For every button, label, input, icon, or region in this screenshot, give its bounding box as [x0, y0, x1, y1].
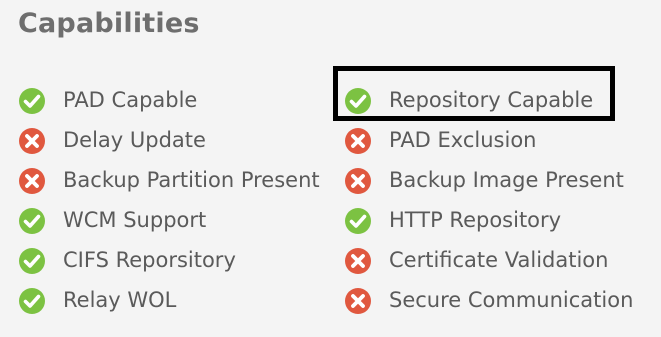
capability-item: WCM Support: [18, 200, 320, 240]
capability-label: Backup Image Present: [389, 168, 624, 192]
capability-item: PAD Exclusion: [344, 120, 633, 160]
highlight-box: [333, 66, 615, 121]
capability-item: PAD Capable: [18, 80, 320, 120]
capability-item: Backup Partition Present: [18, 160, 320, 200]
capabilities-left-column: PAD Capable Delay Update Backup Partitio…: [18, 80, 320, 320]
capability-item: Delay Update: [18, 120, 320, 160]
capability-item: Secure Communication: [344, 280, 633, 320]
check-icon: [18, 207, 46, 235]
cross-icon: [18, 167, 46, 195]
capability-label: Delay Update: [63, 128, 206, 152]
cross-icon: [344, 287, 372, 315]
check-icon: [18, 87, 46, 115]
check-icon: [18, 247, 46, 275]
capability-label: WCM Support: [63, 208, 207, 232]
capability-label: CIFS Reporsitory: [63, 248, 236, 272]
cross-icon: [18, 127, 46, 155]
capability-item: Relay WOL: [18, 280, 320, 320]
section-title: Capabilities: [18, 8, 200, 39]
capability-label: Relay WOL: [63, 288, 177, 312]
capabilities-panel: Capabilities PAD Capable Delay Update Ba…: [0, 0, 661, 337]
capability-label: PAD Capable: [63, 88, 198, 112]
capability-label: HTTP Repository: [389, 208, 562, 232]
capability-label: Backup Partition Present: [63, 168, 320, 192]
capability-label: Certificate Validation: [389, 248, 609, 272]
capability-item: Backup Image Present: [344, 160, 633, 200]
capability-item: HTTP Repository: [344, 200, 633, 240]
cross-icon: [344, 247, 372, 275]
cross-icon: [344, 127, 372, 155]
cross-icon: [344, 167, 372, 195]
capability-item: CIFS Reporsitory: [18, 240, 320, 280]
capability-item: Certificate Validation: [344, 240, 633, 280]
check-icon: [344, 207, 372, 235]
capability-label: Secure Communication: [389, 288, 634, 312]
capability-label: PAD Exclusion: [389, 128, 537, 152]
check-icon: [18, 287, 46, 315]
